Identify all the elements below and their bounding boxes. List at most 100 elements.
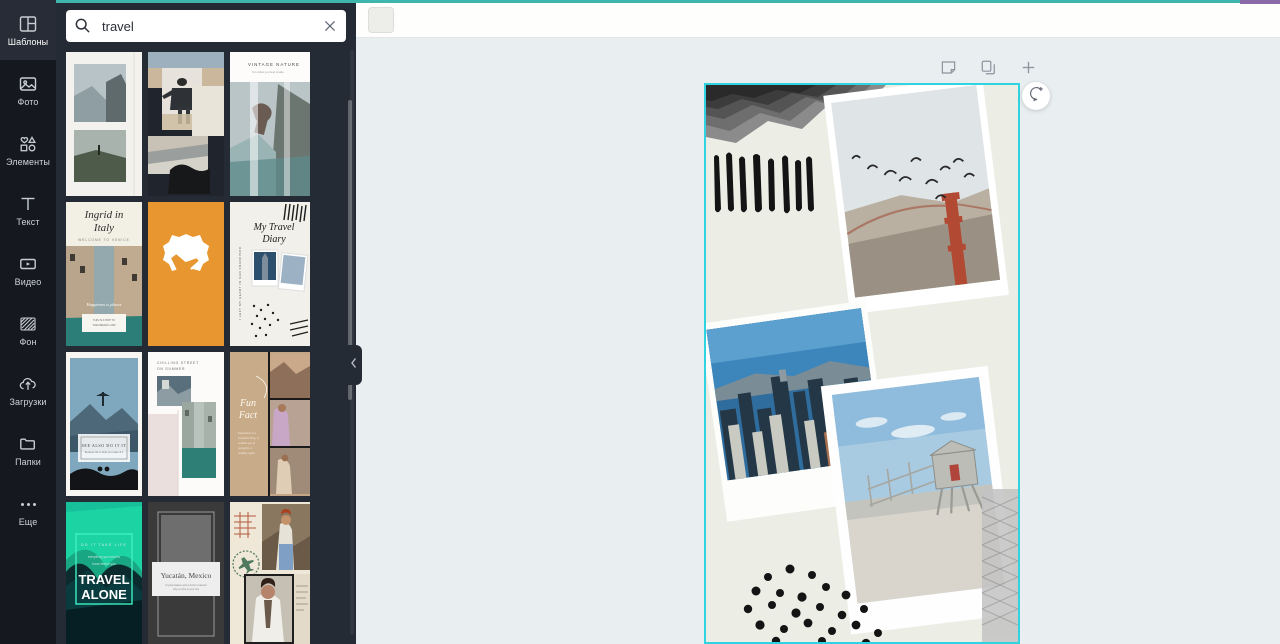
svg-text:ALONE: ALONE bbox=[81, 587, 127, 602]
canva-editor-window: Шаблоны Фото Элементы Текст Видео Фон За… bbox=[0, 0, 1280, 644]
template-card[interactable]: Yucatán, Mexico Crystal waters and a doz… bbox=[148, 502, 224, 644]
sidebar-item-folders[interactable]: Папки bbox=[0, 420, 56, 480]
svg-text:Happiness is places: Happiness is places bbox=[86, 302, 122, 307]
svg-text:know before you: know before you bbox=[92, 562, 116, 566]
sidebar-item-background[interactable]: Фон bbox=[0, 300, 56, 360]
svg-text:I LEFT MY HEART IN SAN FRANCIS: I LEFT MY HEART IN SAN FRANCISCO bbox=[238, 246, 242, 320]
photo-icon bbox=[17, 73, 39, 95]
svg-text:TRAVEL: TRAVEL bbox=[78, 572, 129, 587]
svg-text:why a ruins is your city: why a ruins is your city bbox=[173, 587, 200, 591]
svg-text:Yucatán, Mexico: Yucatán, Mexico bbox=[161, 571, 212, 580]
template-row: Ingrid in Italy WELCOME TO VENICE Happin… bbox=[66, 202, 346, 346]
elements-icon bbox=[17, 133, 39, 155]
template-row: SEE ALSO DO IT IT Because life is what y… bbox=[66, 352, 346, 496]
svg-text:Fun: Fun bbox=[239, 398, 256, 409]
svg-text:Ingrid in: Ingrid in bbox=[84, 209, 124, 221]
svg-text:wonderful thing. It: wonderful thing. It bbox=[238, 436, 259, 440]
template-card[interactable]: Ingrid in Italy WELCOME TO VENICE Happin… bbox=[66, 202, 142, 346]
add-comment-icon bbox=[1028, 85, 1045, 107]
svg-text:DO IT TAKE LIFE: DO IT TAKE LIFE bbox=[81, 543, 127, 547]
background-color-swatch[interactable] bbox=[368, 7, 394, 33]
sidebar-item-video[interactable]: Видео bbox=[0, 240, 56, 300]
sidebar-item-uploads[interactable]: Загрузки bbox=[0, 360, 56, 420]
svg-text:mistake, again.: mistake, again. bbox=[238, 451, 256, 455]
collapse-panel-button[interactable] bbox=[346, 345, 362, 385]
uploads-icon bbox=[17, 373, 39, 395]
search-box[interactable] bbox=[66, 10, 346, 42]
top-accent-purple bbox=[1240, 0, 1280, 4]
svg-text:My Travel: My Travel bbox=[253, 222, 295, 233]
sidebar-item-label: Текст bbox=[16, 217, 40, 227]
grayscale-fence-texture bbox=[981, 489, 1018, 642]
svg-text:It is what you feel inside: It is what you feel inside bbox=[252, 70, 284, 74]
sidebar-item-more[interactable]: Еще bbox=[0, 480, 56, 540]
svg-text:Because life is what you make: Because life is what you make of it bbox=[85, 451, 124, 454]
template-card[interactable]: CHILLING STREET ON SUMMER bbox=[148, 352, 224, 496]
sidebar-item-elements[interactable]: Элементы bbox=[0, 120, 56, 180]
travel-photo-collage bbox=[706, 85, 1018, 642]
sidebar-item-text[interactable]: Текст bbox=[0, 180, 56, 240]
design-toolbar bbox=[356, 3, 1280, 38]
search-input[interactable] bbox=[102, 18, 322, 34]
svg-text:Diary: Diary bbox=[261, 234, 286, 245]
text-icon bbox=[17, 193, 39, 215]
collapse-panel-chevron bbox=[350, 356, 358, 374]
templates-icon bbox=[17, 13, 39, 35]
sidebar-item-label: Фон bbox=[19, 337, 37, 347]
svg-text:SEE ALSO DO IT IT: SEE ALSO DO IT IT bbox=[82, 443, 127, 448]
sidebar-item-templates[interactable]: Шаблоны bbox=[0, 0, 56, 60]
svg-text:Italy: Italy bbox=[93, 222, 114, 234]
template-card[interactable] bbox=[148, 52, 224, 196]
left-sidebar: Шаблоны Фото Элементы Текст Видео Фон За… bbox=[0, 0, 56, 644]
search-bar-container bbox=[56, 0, 356, 52]
svg-text:Crystal waters and a dozen rea: Crystal waters and a dozen reasons bbox=[165, 583, 207, 587]
template-card[interactable]: My Travel Diary I LEFT MY HEART IN SAN F… bbox=[230, 202, 310, 346]
close-icon[interactable] bbox=[322, 18, 338, 34]
sidebar-item-label: Видео bbox=[14, 277, 42, 287]
search-icon bbox=[74, 17, 92, 35]
svg-text:Experience is a: Experience is a bbox=[238, 431, 256, 435]
template-results-grid[interactable]: VINTAGE NATURE It is what you feel insid… bbox=[56, 52, 356, 644]
svg-text:ON SUMMER: ON SUMMER bbox=[157, 367, 185, 371]
sidebar-item-label: Загрузки bbox=[9, 397, 47, 407]
svg-text:CHILLING STREET: CHILLING STREET bbox=[157, 361, 199, 365]
sidebar-item-photos[interactable]: Фото bbox=[0, 60, 56, 120]
add-comment-button[interactable] bbox=[1022, 82, 1050, 110]
top-accent-teal bbox=[56, 0, 1240, 3]
folders-icon bbox=[17, 433, 39, 455]
page-actions-toolbar bbox=[939, 58, 1037, 76]
template-card[interactable] bbox=[148, 202, 224, 346]
more-dots-icon bbox=[20, 493, 36, 515]
templates-panel: VINTAGE NATURE It is what you feel insid… bbox=[56, 0, 356, 644]
svg-text:WELCOME TO VENICE: WELCOME TO VENICE bbox=[78, 238, 129, 242]
panel-scrollbar-track[interactable] bbox=[348, 50, 354, 635]
svg-text:THIS IS A TRIP TO: THIS IS A TRIP TO bbox=[93, 318, 115, 322]
polaroid-golden-gate-birds bbox=[823, 85, 1009, 315]
template-card[interactable]: SEE ALSO DO IT IT Because life is what y… bbox=[66, 352, 142, 496]
svg-text:Fact: Fact bbox=[238, 410, 258, 421]
svg-text:enables you to: enables you to bbox=[238, 441, 255, 445]
svg-text:THE DREAM LAND: THE DREAM LAND bbox=[93, 323, 116, 327]
editor-workspace bbox=[356, 0, 1280, 644]
design-canvas[interactable] bbox=[704, 83, 1020, 644]
add-page-icon[interactable] bbox=[1019, 58, 1037, 76]
sidebar-item-label: Папки bbox=[15, 457, 41, 467]
svg-text:everything you need to: everything you need to bbox=[88, 555, 120, 559]
duplicate-page-icon[interactable] bbox=[979, 58, 997, 76]
template-row: VINTAGE NATURE It is what you feel insid… bbox=[66, 52, 346, 196]
template-card[interactable]: Fun Fact Experience is a wonderful thing… bbox=[230, 352, 310, 496]
sidebar-item-label: Элементы bbox=[6, 157, 50, 167]
template-row: DO IT TAKE LIFE everything you need to k… bbox=[66, 502, 346, 644]
video-icon bbox=[17, 253, 39, 275]
svg-text:recognize a: recognize a bbox=[238, 446, 252, 450]
template-card[interactable]: DO IT TAKE LIFE everything you need to k… bbox=[66, 502, 142, 644]
sidebar-item-label: Фото bbox=[17, 97, 39, 107]
notes-icon[interactable] bbox=[939, 58, 957, 76]
sidebar-item-label: Еще bbox=[18, 517, 38, 527]
template-card[interactable]: VINTAGE NATURE It is what you feel insid… bbox=[230, 52, 310, 196]
background-icon bbox=[17, 313, 39, 335]
template-card[interactable] bbox=[66, 52, 142, 196]
sidebar-item-label: Шаблоны bbox=[7, 37, 49, 47]
template-card[interactable] bbox=[230, 502, 310, 644]
svg-text:VINTAGE NATURE: VINTAGE NATURE bbox=[248, 62, 300, 67]
